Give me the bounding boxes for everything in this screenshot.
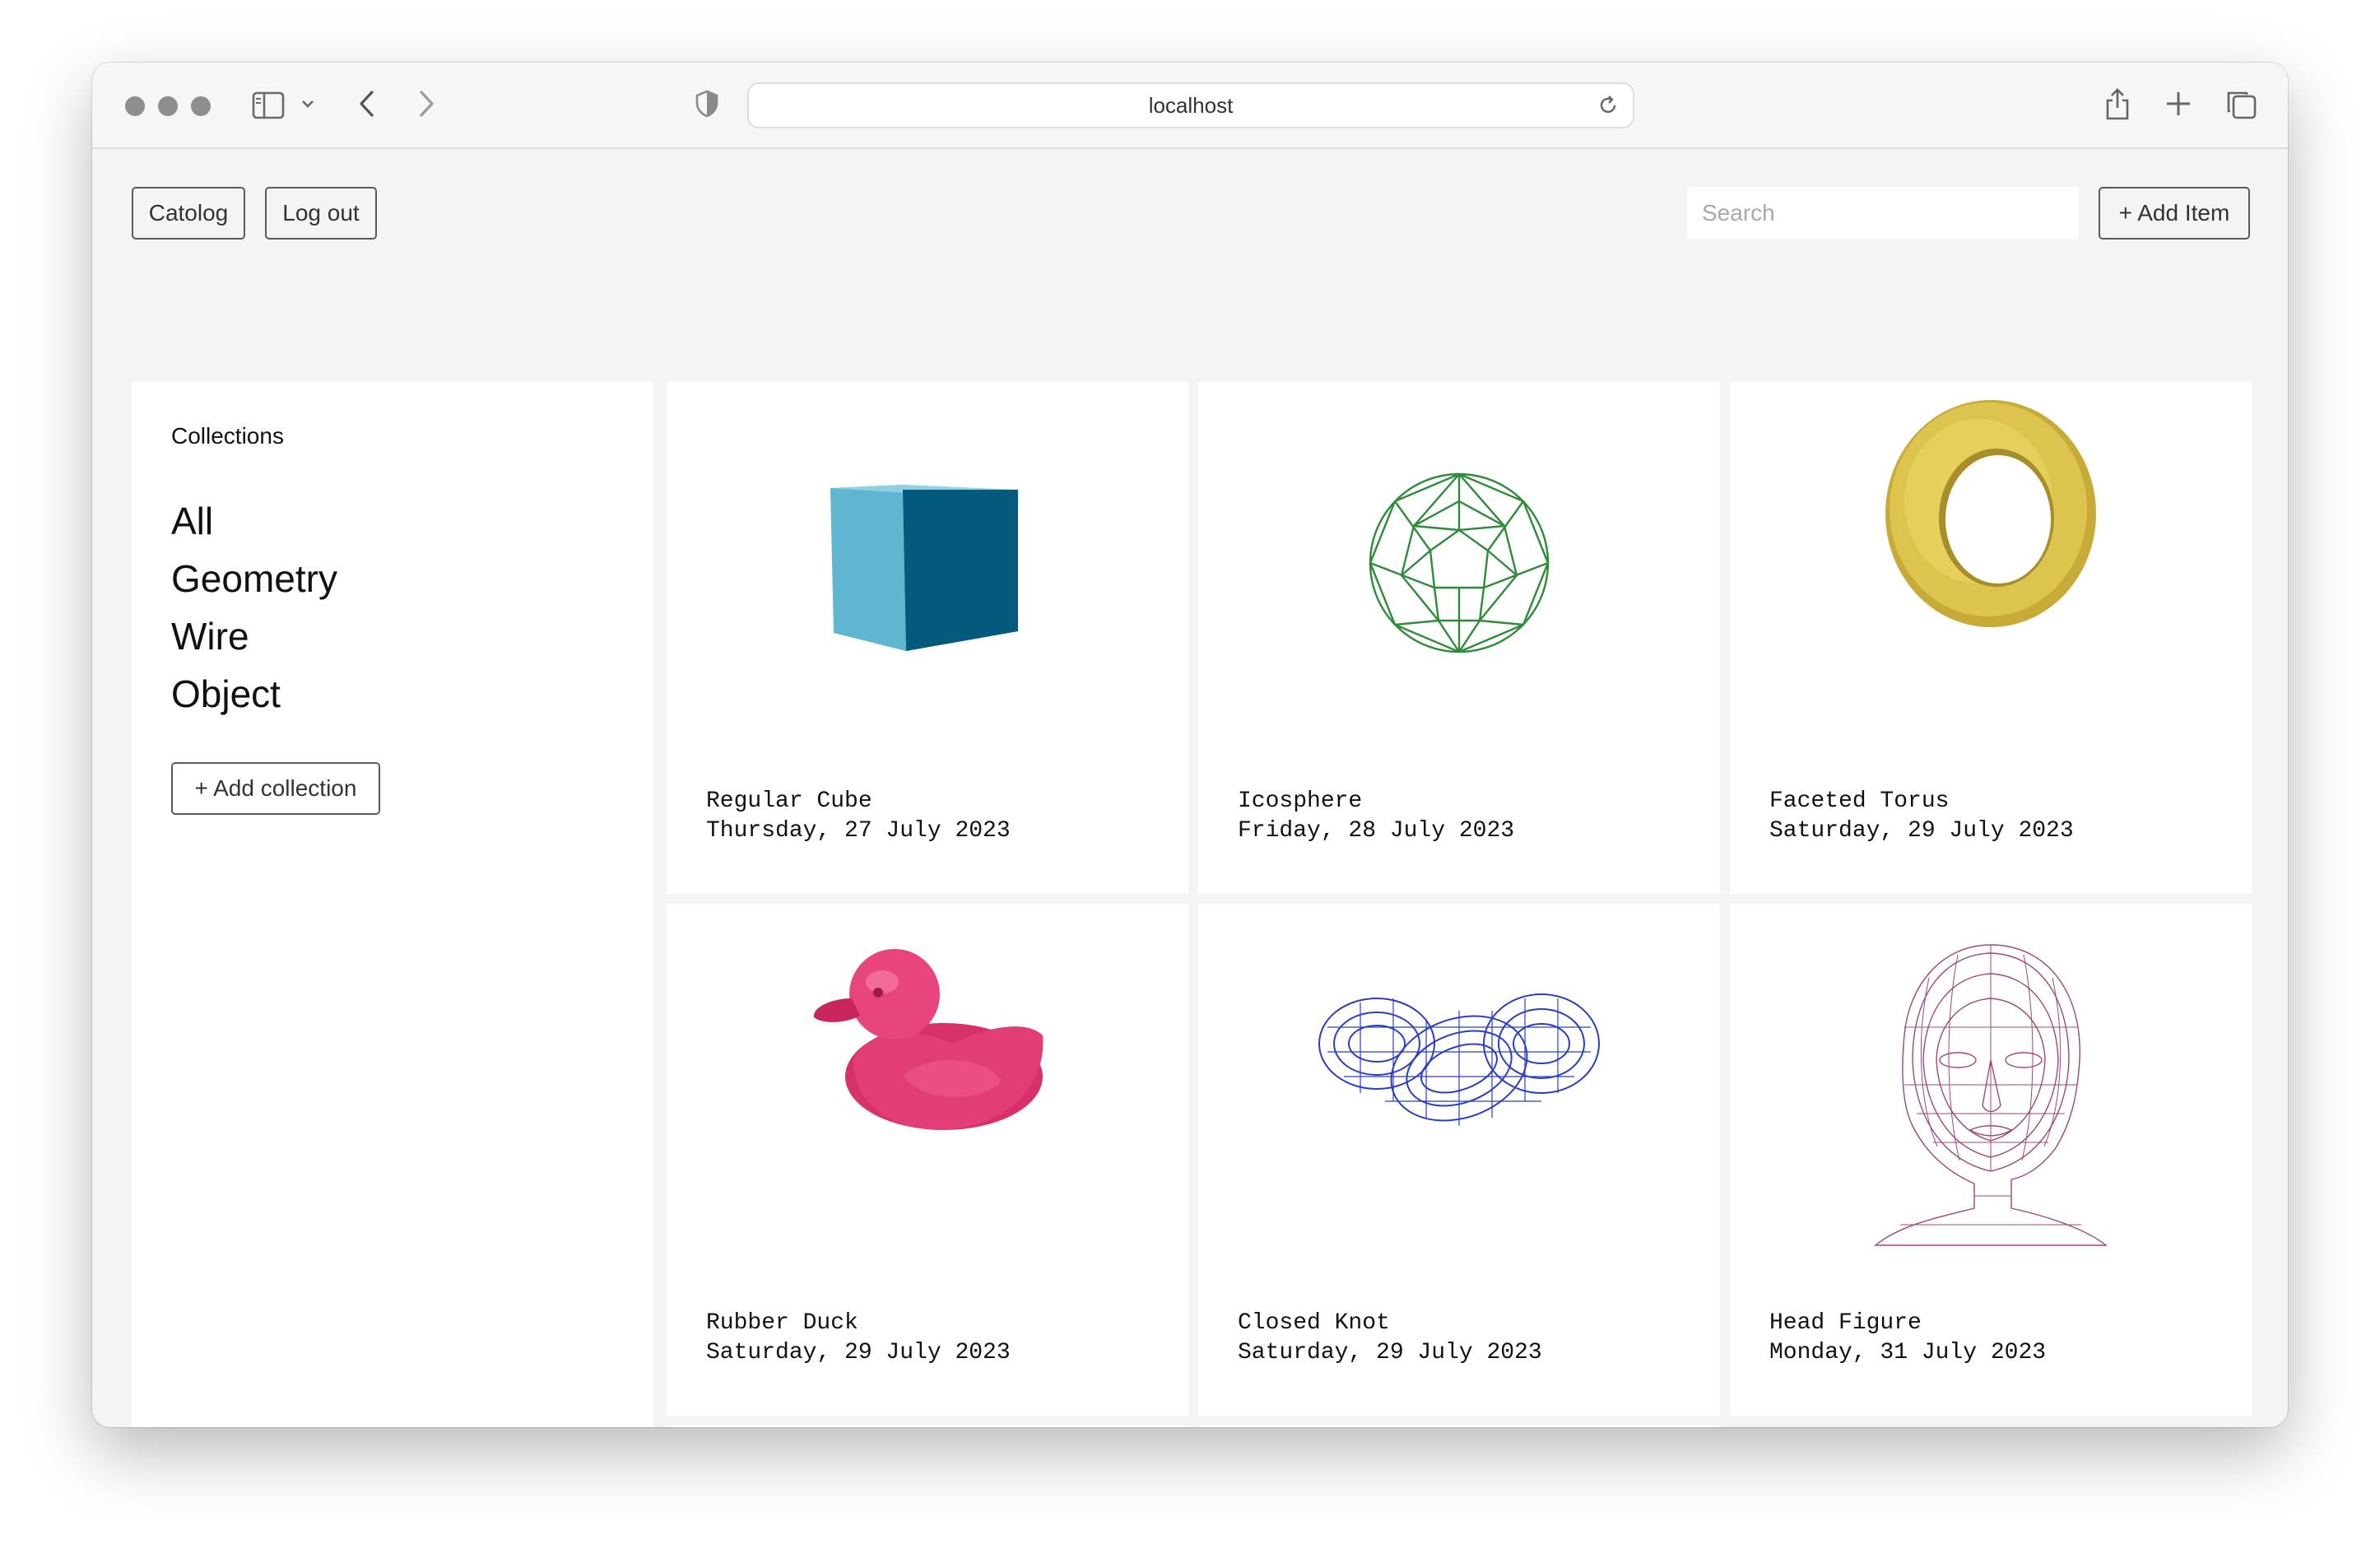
duck-thumbnail [667,904,1188,1266]
new-tab-icon[interactable] [2164,90,2192,118]
item-title: Closed Knot [1238,1310,1390,1336]
privacy-shield-icon[interactable] [695,89,719,119]
collection-item-geometry[interactable]: Geometry [171,550,337,607]
minimize-window-button[interactable] [158,96,178,116]
share-icon[interactable] [2103,86,2131,122]
tab-overview-icon[interactable] [2225,90,2257,119]
item-date: Friday, 28 July 2023 [1238,818,1515,844]
add-collection-button[interactable]: + Add collection [171,762,380,815]
item-card[interactable]: Rubber Duck Saturday, 29 July 2023 [667,904,1188,1416]
close-window-button[interactable] [125,96,145,116]
item-meta: Rubber Duck Saturday, 29 July 2023 [706,1309,1011,1368]
item-meta: Icosphere Friday, 28 July 2023 [1238,787,1514,846]
sidebar-toggle-icon[interactable] [252,91,285,120]
page-content: Catolog Log out + Add Item Collections A… [92,149,2288,1427]
zoom-window-button[interactable] [191,96,211,116]
window-controls [125,96,211,116]
item-card[interactable]: Faceted Torus Saturday, 29 July 2023 [1730,382,2252,894]
item-card[interactable]: Closed Knot Saturday, 29 July 2023 [1198,904,1720,1416]
item-card-partial[interactable] [1198,1426,1720,1427]
logout-button[interactable]: Log out [265,187,377,240]
reload-icon[interactable] [1597,94,1620,123]
torus-thumbnail [1730,382,2252,744]
item-meta: Closed Knot Saturday, 29 July 2023 [1238,1309,1542,1368]
item-date: Monday, 31 July 2023 [1769,1340,2047,1365]
back-icon[interactable] [357,89,377,119]
catalog-button[interactable]: Catolog [132,187,245,240]
collections-heading: Collections [171,423,284,449]
item-title: Icosphere [1238,788,1363,814]
browser-toolbar: localhost [92,63,2288,149]
collection-item-object[interactable]: Object [171,665,337,723]
item-title: Regular Cube [706,788,872,814]
address-bar[interactable]: localhost [747,82,1634,128]
item-card[interactable]: Regular Cube Thursday, 27 July 2023 [667,382,1188,894]
collection-item-wire[interactable]: Wire [171,607,337,665]
item-card[interactable]: Icosphere Friday, 28 July 2023 [1198,382,1720,894]
browser-window: localhost Catolog Log out + Add Item Col… [92,63,2288,1427]
url-text: localhost [1148,92,1234,118]
item-date: Saturday, 29 July 2023 [706,1340,1011,1365]
knot-thumbnail [1198,904,1720,1266]
cube-thumbnail [667,382,1188,744]
forward-icon[interactable] [416,89,436,119]
item-meta: Faceted Torus Saturday, 29 July 2023 [1769,787,2074,846]
item-card-partial[interactable] [667,1426,1188,1427]
item-date: Saturday, 29 July 2023 [1769,818,2074,844]
item-title: Rubber Duck [706,1310,858,1336]
item-title: Faceted Torus [1769,788,1950,814]
item-title: Head Figure [1769,1310,1922,1336]
collection-item-all[interactable]: All [171,492,337,550]
item-meta: Regular Cube Thursday, 27 July 2023 [706,787,1011,846]
item-meta: Head Figure Monday, 31 July 2023 [1769,1309,2046,1368]
search-input[interactable] [1687,187,2079,240]
head-thumbnail [1730,904,2252,1266]
item-date: Saturday, 29 July 2023 [1238,1340,1542,1365]
icosphere-thumbnail [1198,382,1720,744]
add-item-button[interactable]: + Add Item [2099,187,2250,240]
collections-list: All Geometry Wire Object [171,492,337,723]
item-date: Thursday, 27 July 2023 [706,818,1011,844]
item-card[interactable]: Head Figure Monday, 31 July 2023 [1730,904,2252,1416]
collections-sidebar: Collections All Geometry Wire Object + A… [132,382,653,1427]
chevron-down-icon[interactable] [301,99,314,109]
